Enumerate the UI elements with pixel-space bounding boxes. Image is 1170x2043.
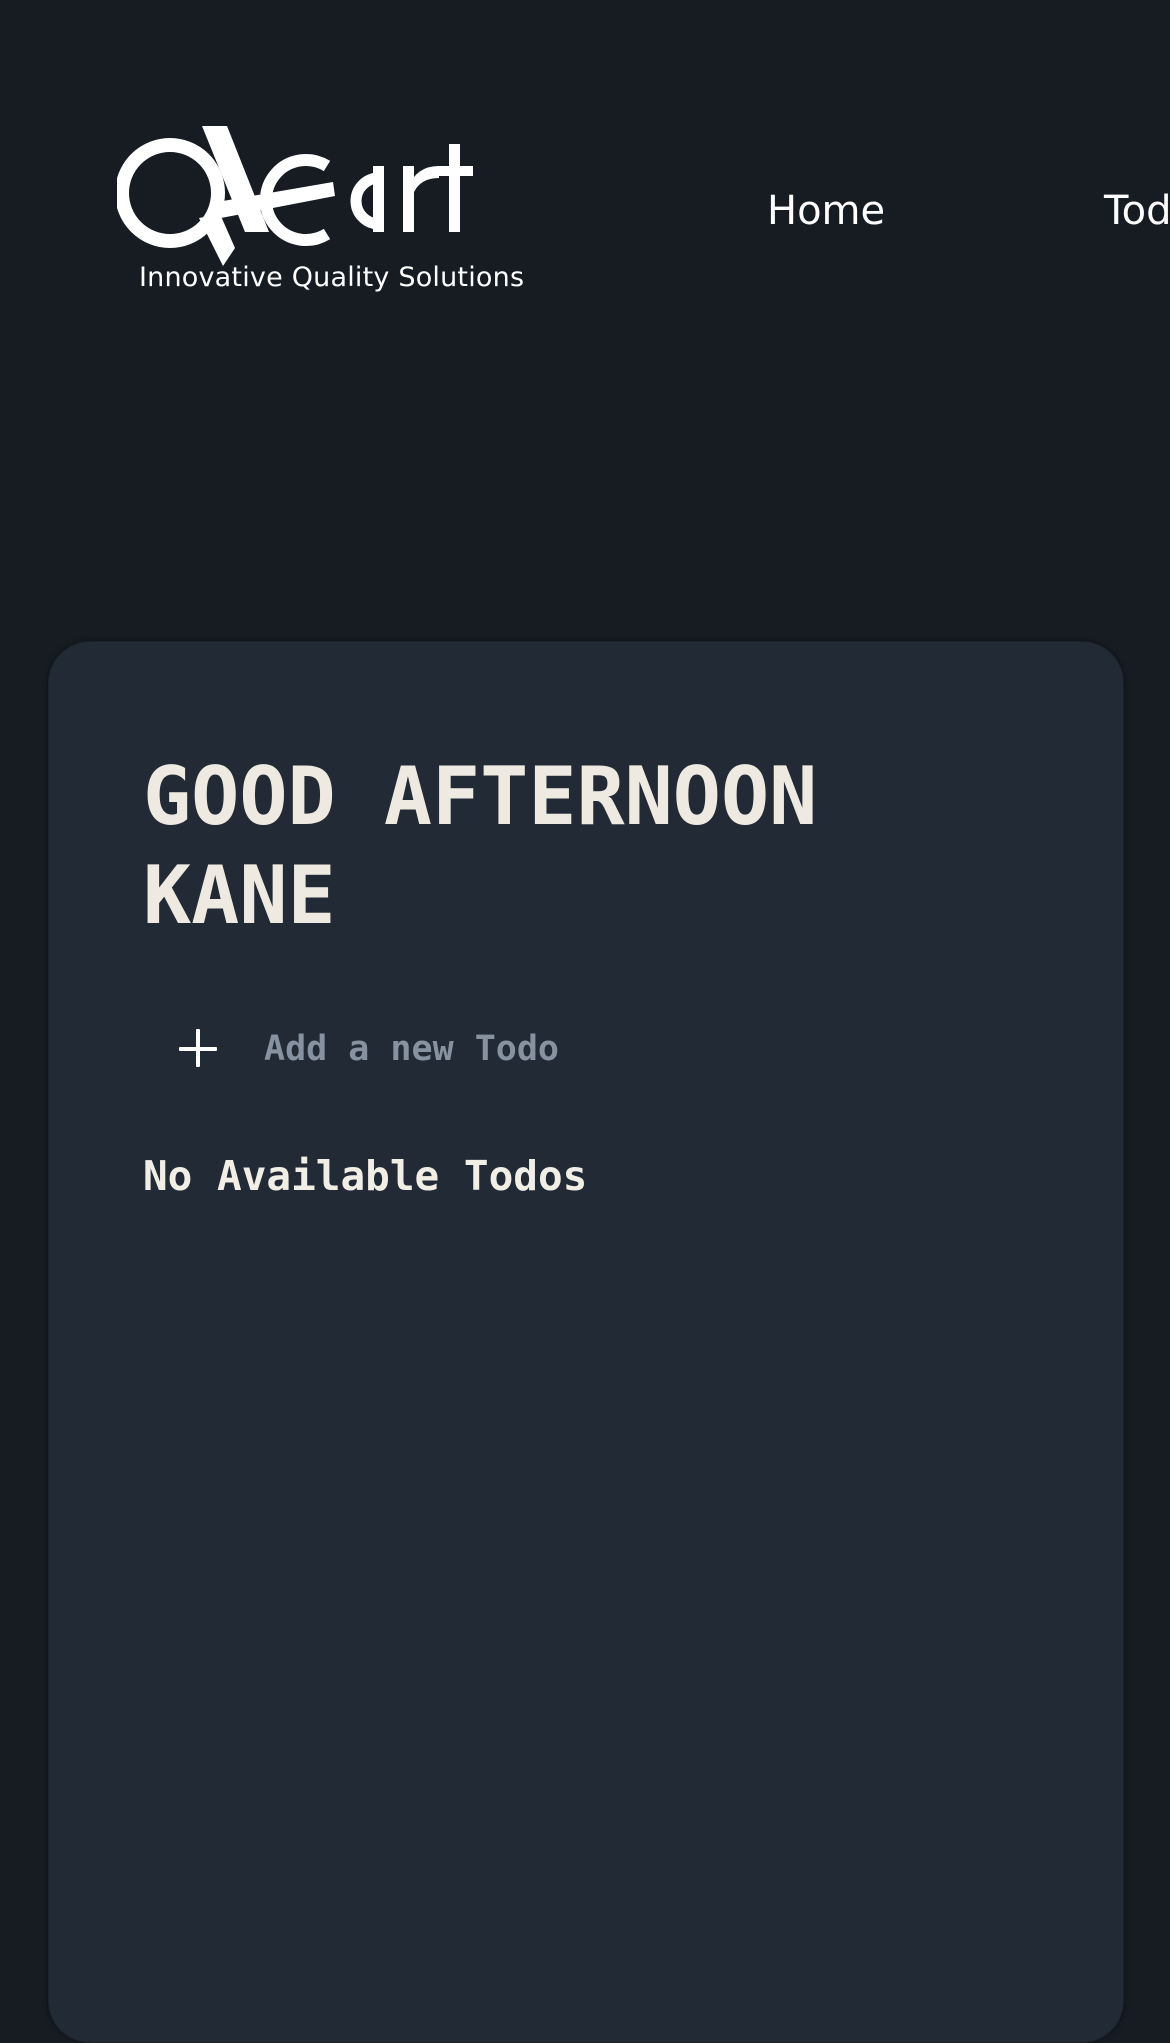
site-header: Innovative Quality Solutions Home Todo bbox=[0, 0, 1170, 330]
plus-icon[interactable] bbox=[179, 1029, 219, 1069]
add-todo-row bbox=[179, 1016, 879, 1082]
todo-card: GOOD AFTERNOON KANE No Available Todos bbox=[48, 641, 1124, 2043]
qacart-logo-mark bbox=[117, 126, 473, 266]
logo-tagline: Innovative Quality Solutions bbox=[139, 262, 525, 293]
nav-link-todo[interactable]: Todo bbox=[1104, 188, 1170, 234]
empty-todos-message: No Available Todos bbox=[143, 1152, 588, 1200]
greeting-heading: GOOD AFTERNOON KANE bbox=[143, 750, 818, 942]
site-logo[interactable]: Innovative Quality Solutions bbox=[117, 126, 567, 306]
new-todo-input[interactable] bbox=[264, 1029, 864, 1069]
nav-link-home[interactable]: Home bbox=[767, 188, 885, 234]
